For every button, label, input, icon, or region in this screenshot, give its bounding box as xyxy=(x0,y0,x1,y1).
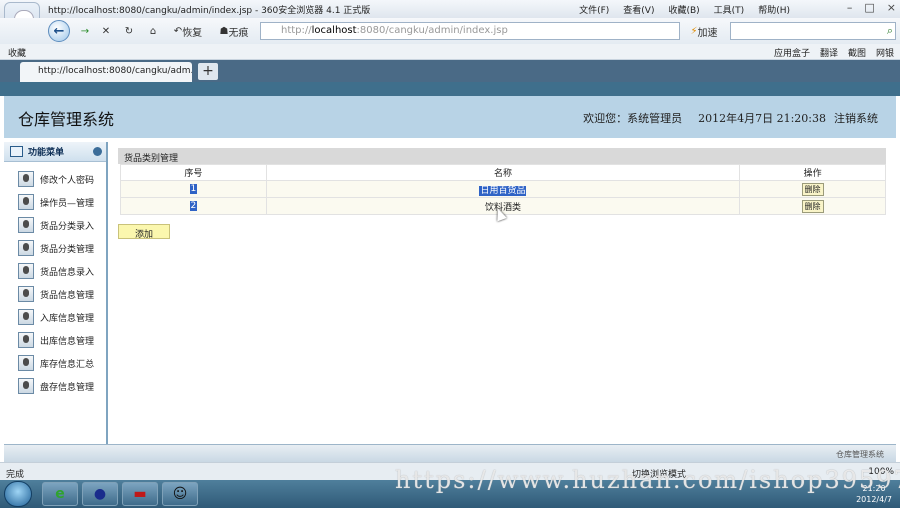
sidebar-item-goods-entry[interactable]: 货品信息录入 xyxy=(18,262,106,280)
minimize-button[interactable]: – xyxy=(847,1,853,14)
forward-button[interactable]: → xyxy=(76,21,94,41)
row-index: 2 xyxy=(120,197,267,215)
user-icon xyxy=(18,332,34,348)
column-header-action: 操作 xyxy=(739,164,886,181)
eclipse-app-icon[interactable]: ● xyxy=(82,482,118,506)
menu-title: 功能菜单 xyxy=(28,148,65,158)
app-box-button[interactable]: 应用盒子 xyxy=(774,46,810,59)
add-button[interactable]: 添加 xyxy=(118,224,170,240)
column-header-index: 序号 xyxy=(120,164,267,181)
browser-title-bar: http://localhost:8080/cangku/admin/index… xyxy=(0,0,900,18)
back-button[interactable]: ← xyxy=(48,20,70,42)
user-icon xyxy=(18,171,34,187)
delete-button[interactable]: 删除 xyxy=(801,182,824,196)
sidebar-item-category-manage[interactable]: 货品分类管理 xyxy=(18,239,106,257)
user-icon xyxy=(18,309,34,325)
user-name: 系统管理员 xyxy=(627,112,683,125)
toolbar-tools: 应用盒子 翻译 截图 网银 xyxy=(774,46,894,59)
window-controls: – □ × xyxy=(847,1,896,14)
user-icon xyxy=(18,286,34,302)
close-window-button[interactable]: × xyxy=(887,1,896,14)
window-title: http://localhost:8080/cangku/admin/index… xyxy=(48,6,371,16)
row-index: 1 xyxy=(120,180,267,198)
user-icon xyxy=(18,263,34,279)
tab-strip: http://localhost:8080/cangku/adm... + xyxy=(0,60,900,82)
address-bar[interactable]: http://localhost:8080/cangku/admin/index… xyxy=(260,22,680,40)
menu-help[interactable]: 帮助(H) xyxy=(758,3,790,16)
section-title: 货品类别管理 xyxy=(118,148,886,164)
row-action: 删除 xyxy=(739,180,886,198)
sidebar-item-category-entry[interactable]: 货品分类录入 xyxy=(18,216,106,234)
sidebar-item-inbound[interactable]: 入库信息管理 xyxy=(18,308,106,326)
search-icon[interactable]: ⌕ xyxy=(887,24,893,38)
stop-button[interactable]: ✕ xyxy=(98,21,114,41)
footer-label: 仓库管理系统 xyxy=(836,450,884,459)
welcome-label: 欢迎您： xyxy=(583,112,628,125)
user-icon xyxy=(18,217,34,233)
sidebar-item-inventory[interactable]: 盘存信息管理 xyxy=(18,377,106,395)
favorites-button[interactable]: 收藏 xyxy=(8,46,26,59)
app-header: 仓库管理系统 欢迎您：系统管理员 2012年4月7日 21:20:38 注销系统 xyxy=(4,96,896,138)
restore-icon: ↶ xyxy=(173,25,183,37)
sidebar-item-goods-manage[interactable]: 货品信息管理 xyxy=(18,285,106,303)
tab-active[interactable]: http://localhost:8080/cangku/adm... xyxy=(20,62,192,82)
search-input[interactable]: ⌕ xyxy=(730,22,896,40)
lightning-icon: ⚡ xyxy=(690,25,698,37)
incognito-icon: ☗ xyxy=(219,25,229,37)
column-header-name: 名称 xyxy=(265,164,741,181)
sidebar: 功能菜单 修改个人密码 操作员—管理 货品分类录入 货品分类管理 货品信息录入 … xyxy=(4,142,108,444)
qq-app-icon[interactable]: ☺ xyxy=(162,482,198,506)
sidebar-item-change-password[interactable]: 修改个人密码 xyxy=(18,170,106,188)
navigation-bar: ← → ✕ ↻ ⌂ ↶ 恢复 ☗ 无痕 http://localhost:8080/… xyxy=(0,18,900,44)
logout-link[interactable]: 注销系统 xyxy=(834,110,878,126)
translate-button[interactable]: 翻译 xyxy=(820,46,838,59)
delete-button[interactable]: 删除 xyxy=(801,199,824,213)
row-name: 日用百货品 xyxy=(265,180,741,198)
collapse-icon[interactable] xyxy=(93,147,102,156)
trace-button[interactable]: ☗ 无痕 xyxy=(214,21,254,41)
frame-top-bar xyxy=(0,82,900,96)
new-tab-button[interactable]: + xyxy=(198,63,218,80)
folder-app-icon[interactable]: ▬ xyxy=(122,482,158,506)
app-title: 仓库管理系统 xyxy=(18,110,115,129)
user-icon xyxy=(18,240,34,256)
start-button[interactable] xyxy=(4,481,32,507)
user-icon xyxy=(18,355,34,371)
restore-button[interactable]: ↶ 恢复 xyxy=(168,21,208,41)
user-icon xyxy=(18,194,34,210)
menu-view[interactable]: 查看(V) xyxy=(623,3,654,16)
page-viewport: 仓库管理系统 欢迎您：系统管理员 2012年4月7日 21:20:38 注销系统… xyxy=(0,82,900,462)
menu-file[interactable]: 文件(F) xyxy=(579,3,609,16)
sidebar-item-operators[interactable]: 操作员—管理 xyxy=(18,193,106,211)
menu-icon xyxy=(10,146,23,157)
favorites-bar: 收藏 应用盒子 翻译 截图 网银 xyxy=(0,44,900,60)
home-button[interactable]: ⌂ xyxy=(144,21,162,41)
refresh-button[interactable]: ↻ xyxy=(120,21,138,41)
sidebar-item-outbound[interactable]: 出库信息管理 xyxy=(18,331,106,349)
ebank-button[interactable]: 网银 xyxy=(876,46,894,59)
maximize-button[interactable]: □ xyxy=(864,1,874,14)
browser-menu: 文件(F) 查看(V) 收藏(B) 工具(T) 帮助(H) xyxy=(579,3,790,16)
screenshot-button[interactable]: 截图 xyxy=(848,46,866,59)
status-text: 完成 xyxy=(6,470,25,480)
current-datetime: 2012年4月7日 21:20:38 xyxy=(698,112,826,125)
menu-favorites[interactable]: 收藏(B) xyxy=(668,3,699,16)
table-row: 1 日用百货品 删除 xyxy=(120,180,886,198)
menu-tools[interactable]: 工具(T) xyxy=(714,3,745,16)
frame-bottom-bar: 仓库管理系统 xyxy=(4,444,896,462)
accelerate-button[interactable]: ⚡ 加速 xyxy=(683,21,725,41)
table-header-row: 序号 名称 操作 xyxy=(120,164,886,181)
sidebar-item-stock-summary[interactable]: 库存信息汇总 xyxy=(18,354,106,372)
main-content: 货品类别管理 序号 名称 操作 1 日用百货品 删除 2 饮料酒类 删除 添加 xyxy=(118,148,888,428)
header-info: 欢迎您：系统管理员 2012年4月7日 21:20:38 xyxy=(583,110,826,126)
ie-app-icon[interactable]: e xyxy=(42,482,78,506)
menu-header: 功能菜单 xyxy=(4,142,106,162)
watermark-text: https://www.huzhan.com/ishop39597 xyxy=(395,466,900,494)
row-action: 删除 xyxy=(739,197,886,215)
user-icon xyxy=(18,378,34,394)
